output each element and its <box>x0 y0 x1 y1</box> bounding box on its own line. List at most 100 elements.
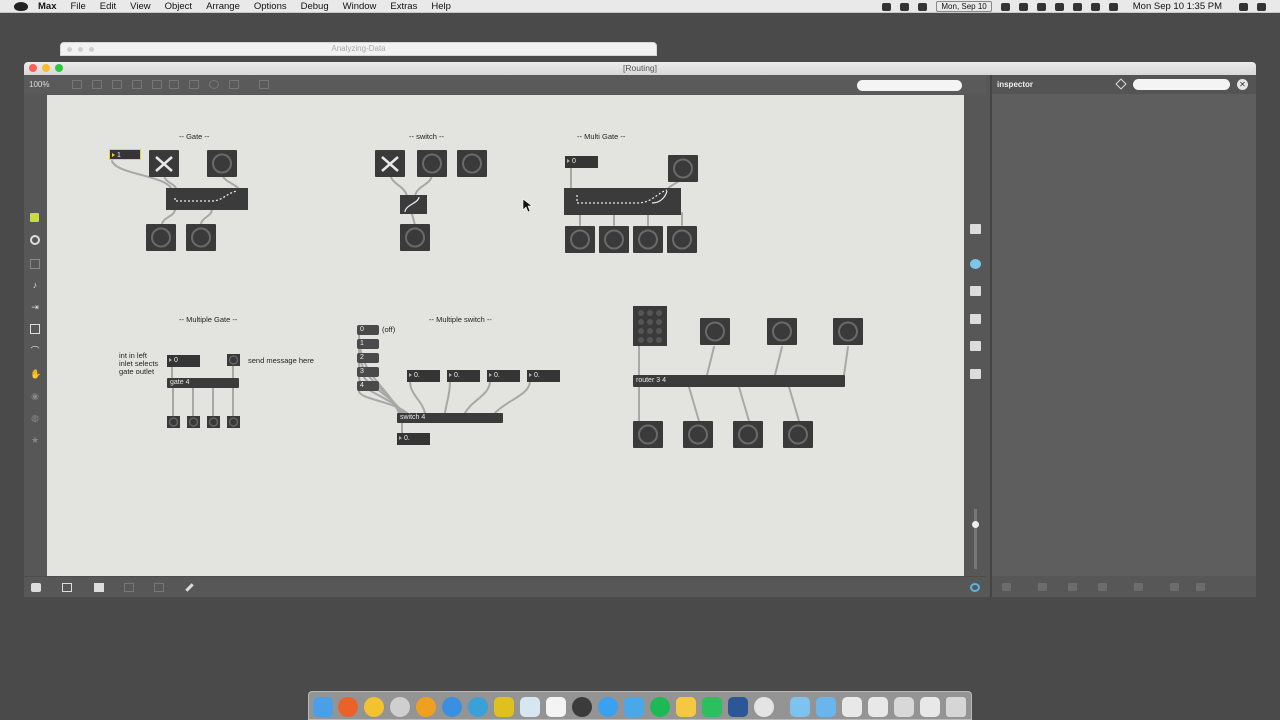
router-matrix[interactable] <box>633 306 667 346</box>
router-input-1[interactable] <box>699 317 731 346</box>
vpn-icon[interactable] <box>1036 2 1046 11</box>
message-box-3[interactable]: 3 <box>357 367 379 377</box>
spotlight-icon[interactable] <box>1239 2 1248 11</box>
gate4-object[interactable]: gate 4 <box>167 378 239 388</box>
menu-options[interactable]: Options <box>254 1 287 12</box>
multigate-output-1[interactable] <box>564 225 596 254</box>
notification-center-icon[interactable] <box>1257 2 1266 11</box>
max-app-icon[interactable] <box>390 697 410 717</box>
router-object[interactable]: router 3 4 <box>633 375 845 387</box>
chrome-icon[interactable] <box>364 697 384 717</box>
screenshot-icon[interactable] <box>894 697 914 717</box>
power-icon[interactable] <box>970 583 980 592</box>
multigate-output-4[interactable] <box>666 225 698 254</box>
menu-debug[interactable]: Debug <box>301 1 329 12</box>
dropbox-icon[interactable] <box>900 2 910 11</box>
switch-output-button[interactable] <box>399 223 431 252</box>
preview-icon[interactable] <box>520 697 540 717</box>
patcher-search-input[interactable] <box>857 80 962 91</box>
mswitch-number-4[interactable]: 0. <box>527 370 560 382</box>
multigate-input-button[interactable] <box>667 154 699 183</box>
panel-icon[interactable] <box>30 259 40 269</box>
volume-slider[interactable] <box>972 509 979 569</box>
button-object-icon[interactable] <box>132 80 142 89</box>
wrench-icon[interactable] <box>185 583 194 592</box>
finder-icon[interactable] <box>313 697 333 717</box>
mgate-output-1[interactable] <box>167 416 180 428</box>
image-icon[interactable] <box>30 324 40 334</box>
multigate-output-3[interactable] <box>632 225 664 254</box>
mgate-number-box[interactable]: 0 <box>167 355 200 367</box>
mswitch-output-number[interactable]: 0. <box>397 433 430 445</box>
mgate-output-2[interactable] <box>187 416 200 428</box>
ring-icon[interactable] <box>30 235 40 245</box>
mail-icon[interactable] <box>918 2 928 11</box>
grid-icon[interactable] <box>970 224 981 234</box>
gate-number-box[interactable]: 1 <box>109 149 141 160</box>
menu-extras[interactable]: Extras <box>390 1 417 12</box>
router-input-3[interactable] <box>832 317 864 346</box>
gate-output-left[interactable] <box>145 223 177 252</box>
close-icon[interactable]: ✕ <box>1237 79 1248 90</box>
pen-app-icon[interactable] <box>572 697 592 717</box>
app-store-icon[interactable] <box>920 697 940 717</box>
time-machine-icon[interactable] <box>1054 2 1064 11</box>
gate-toggle[interactable] <box>149 150 179 177</box>
router-output-2[interactable] <box>682 420 714 449</box>
cloud-app-icon[interactable] <box>624 697 644 717</box>
patcher-canvas[interactable]: -- Gate -- -- switch -- -- Multi Gate --… <box>47 95 964 576</box>
router-output-3[interactable] <box>732 420 764 449</box>
menu-icon[interactable] <box>1170 583 1179 591</box>
grid-toggle-icon[interactable] <box>124 583 134 592</box>
message-box-0[interactable]: 0 <box>357 325 379 335</box>
number-object-icon[interactable] <box>169 80 179 89</box>
presentation-icon[interactable] <box>62 583 72 592</box>
lock-icon[interactable] <box>31 583 41 592</box>
new-message-icon[interactable] <box>92 80 102 89</box>
menu-window[interactable]: Window <box>343 1 377 12</box>
menu-object[interactable]: Object <box>165 1 192 12</box>
audio-app-icon[interactable] <box>416 697 436 717</box>
paperclip-icon[interactable]: ⌒ <box>30 346 40 356</box>
switch-object[interactable] <box>400 195 427 214</box>
inspector-diamond-icon[interactable] <box>1115 78 1127 90</box>
star-icon[interactable]: ★ <box>30 435 40 445</box>
settings-icon[interactable] <box>1002 583 1011 591</box>
snap-icon[interactable] <box>154 583 164 592</box>
date-box[interactable]: Mon, Sep 10 <box>936 1 992 12</box>
back-icon[interactable] <box>1196 583 1205 591</box>
sequencer-icon[interactable]: ⇥ <box>30 302 40 312</box>
volume-slider-knob[interactable] <box>972 521 979 528</box>
music-note-icon[interactable]: ♪ <box>30 280 40 290</box>
hand-tool-icon[interactable] <box>259 80 269 89</box>
at-icon[interactable] <box>1038 583 1047 591</box>
mgate-send-button[interactable] <box>227 354 240 366</box>
trash-icon[interactable] <box>946 697 966 717</box>
menu-view[interactable]: View <box>130 1 150 12</box>
multigate-output-2[interactable] <box>598 225 630 254</box>
gear-icon[interactable] <box>1098 583 1107 591</box>
globe-icon[interactable]: ◉ <box>30 391 40 401</box>
evernote-icon[interactable] <box>702 697 722 717</box>
gate-object[interactable] <box>166 188 248 210</box>
dial-object-icon[interactable] <box>209 80 219 89</box>
message-box-2[interactable]: 2 <box>357 353 379 363</box>
message-box-1[interactable]: 1 <box>357 339 379 349</box>
gate-input-button[interactable] <box>206 149 238 178</box>
menu-help[interactable]: Help <box>431 1 451 12</box>
folder-icon[interactable] <box>816 697 836 717</box>
message-box-4[interactable]: 4 <box>357 381 379 391</box>
mswitch-number-2[interactable]: 0. <box>447 370 480 382</box>
downloads-folder-icon[interactable] <box>790 697 810 717</box>
mgate-output-3[interactable] <box>207 416 220 428</box>
zoom-level[interactable]: 100% <box>29 80 49 89</box>
router-output-1[interactable] <box>632 420 664 449</box>
network-icon[interactable] <box>468 697 488 717</box>
apple-icon[interactable] <box>14 1 28 11</box>
plus-icon[interactable] <box>1134 583 1143 591</box>
firefox-icon[interactable] <box>338 697 358 717</box>
do-not-disturb-icon[interactable] <box>1018 2 1028 11</box>
wireshark-icon[interactable] <box>494 697 514 717</box>
info-icon[interactable] <box>970 259 981 269</box>
reference-icon[interactable] <box>970 286 981 296</box>
